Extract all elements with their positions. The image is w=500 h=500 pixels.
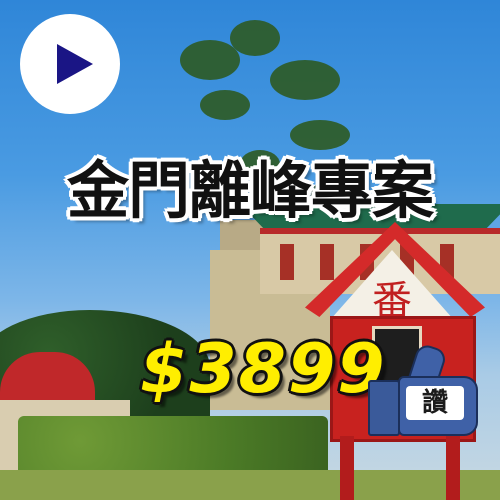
promo-banner: 番 金門離峰專案 $3899 讚 <box>0 0 500 500</box>
play-icon <box>57 44 93 84</box>
ground <box>0 470 500 500</box>
banner-title: 金門離峰專案 <box>66 154 434 227</box>
like-button[interactable]: 讚 <box>368 342 478 436</box>
play-button[interactable] <box>20 14 120 114</box>
shrine-leg <box>340 436 354 500</box>
shrine-leg <box>446 436 460 500</box>
like-cuff <box>368 380 400 436</box>
like-label: 讚 <box>406 386 464 420</box>
price-tag: $3899 <box>140 330 387 409</box>
